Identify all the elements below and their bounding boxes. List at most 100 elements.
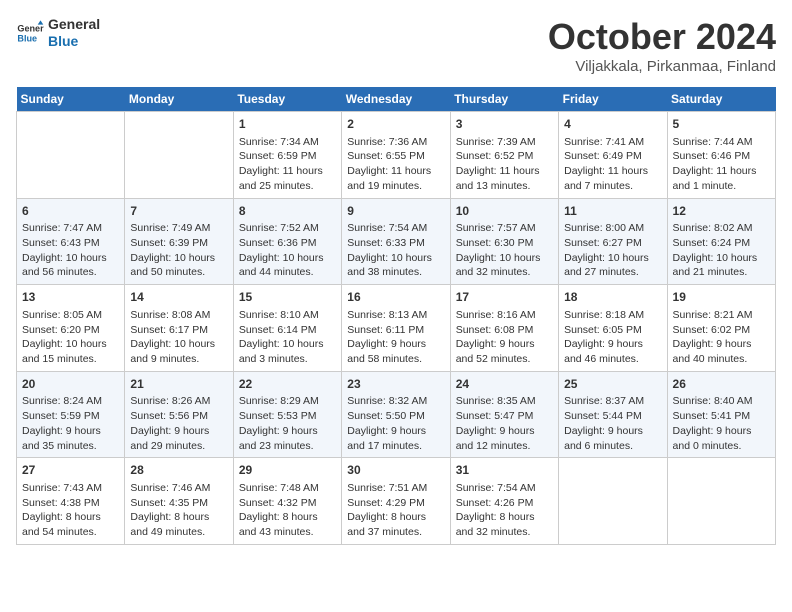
calendar-cell: 6Sunrise: 7:47 AM Sunset: 6:43 PM Daylig… xyxy=(17,198,125,285)
calendar-cell: 5Sunrise: 7:44 AM Sunset: 6:46 PM Daylig… xyxy=(667,112,775,199)
day-number: 13 xyxy=(22,289,119,306)
cell-content: Sunrise: 8:40 AM Sunset: 5:41 PM Dayligh… xyxy=(673,394,770,453)
calendar-cell: 8Sunrise: 7:52 AM Sunset: 6:36 PM Daylig… xyxy=(233,198,341,285)
calendar-cell: 13 Sunrise: 8:05 AM Sunset: 6:20 PM Dayli… xyxy=(17,285,125,372)
day-number: 1 xyxy=(239,116,336,133)
calendar-cell: 20Sunrise: 8:24 AM Sunset: 5:59 PM Dayli… xyxy=(17,371,125,458)
cell-content: Sunrise: 8:37 AM Sunset: 5:44 PM Dayligh… xyxy=(564,394,661,453)
logo-blue: Blue xyxy=(48,33,100,50)
day-number: 10 xyxy=(456,203,553,220)
calendar-cell: 14 Sunrise: 8:08 AM Sunset: 6:17 PM Dayli… xyxy=(125,285,233,372)
day-number: 21 xyxy=(130,376,227,393)
calendar-week-3: 13 Sunrise: 8:05 AM Sunset: 6:20 PM Dayli… xyxy=(17,285,776,372)
day-number: 24 xyxy=(456,376,553,393)
calendar-cell: 23Sunrise: 8:32 AM Sunset: 5:50 PM Dayli… xyxy=(342,371,450,458)
cell-content: Sunrise: 8:10 AM Sunset: 6:14 PM Dayligh… xyxy=(239,308,336,367)
cell-content: Sunrise: 7:48 AM Sunset: 4:32 PM Dayligh… xyxy=(239,481,336,540)
cell-content: Sunrise: 8:29 AM Sunset: 5:53 PM Dayligh… xyxy=(239,394,336,453)
day-number: 20 xyxy=(22,376,119,393)
calendar-cell: 18 Sunrise: 8:18 AM Sunset: 6:05 PM Dayli… xyxy=(559,285,667,372)
calendar-cell: 19 Sunrise: 8:21 AM Sunset: 6:02 PM Dayli… xyxy=(667,285,775,372)
day-number: 28 xyxy=(130,462,227,479)
calendar-cell: 15 Sunrise: 8:10 AM Sunset: 6:14 PM Dayli… xyxy=(233,285,341,372)
day-number: 6 xyxy=(22,203,119,220)
cell-content: Sunrise: 8:18 AM Sunset: 6:05 PM Dayligh… xyxy=(564,308,661,367)
cell-content: Sunrise: 8:21 AM Sunset: 6:02 PM Dayligh… xyxy=(673,308,770,367)
cell-content: Sunrise: 8:16 AM Sunset: 6:08 PM Dayligh… xyxy=(456,308,553,367)
day-number: 18 xyxy=(564,289,661,306)
day-number: 23 xyxy=(347,376,444,393)
calendar-week-1: 1 Sunrise: 7:34 AM Sunset: 6:59 PM Daylig… xyxy=(17,112,776,199)
cell-content: Sunrise: 7:39 AM Sunset: 6:52 PM Dayligh… xyxy=(456,135,553,194)
calendar-cell: 3 Sunrise: 7:39 AM Sunset: 6:52 PM Daylig… xyxy=(450,112,558,199)
day-number: 12 xyxy=(673,203,770,220)
cell-content: Sunrise: 8:32 AM Sunset: 5:50 PM Dayligh… xyxy=(347,394,444,453)
header-wednesday: Wednesday xyxy=(342,87,450,112)
cell-content: Sunrise: 7:54 AM Sunset: 6:33 PM Dayligh… xyxy=(347,221,444,280)
calendar-cell: 31Sunrise: 7:54 AM Sunset: 4:26 PM Dayli… xyxy=(450,458,558,545)
calendar-week-4: 20Sunrise: 8:24 AM Sunset: 5:59 PM Dayli… xyxy=(17,371,776,458)
header-saturday: Saturday xyxy=(667,87,775,112)
day-number: 11 xyxy=(564,203,661,220)
calendar-cell: 25Sunrise: 8:37 AM Sunset: 5:44 PM Dayli… xyxy=(559,371,667,458)
calendar-cell: 10Sunrise: 7:57 AM Sunset: 6:30 PM Dayli… xyxy=(450,198,558,285)
calendar-cell: 7Sunrise: 7:49 AM Sunset: 6:39 PM Daylig… xyxy=(125,198,233,285)
cell-content: Sunrise: 7:52 AM Sunset: 6:36 PM Dayligh… xyxy=(239,221,336,280)
day-number: 3 xyxy=(456,116,553,133)
header-thursday: Thursday xyxy=(450,87,558,112)
cell-content: Sunrise: 8:05 AM Sunset: 6:20 PM Dayligh… xyxy=(22,308,119,367)
calendar-cell: 11Sunrise: 8:00 AM Sunset: 6:27 PM Dayli… xyxy=(559,198,667,285)
calendar-cell: 1 Sunrise: 7:34 AM Sunset: 6:59 PM Daylig… xyxy=(233,112,341,199)
month-title: October 2024 xyxy=(548,16,776,58)
day-number: 7 xyxy=(130,203,227,220)
cell-content: Sunrise: 7:34 AM Sunset: 6:59 PM Dayligh… xyxy=(239,135,336,194)
calendar-cell: 12Sunrise: 8:02 AM Sunset: 6:24 PM Dayli… xyxy=(667,198,775,285)
calendar-cell: 17Sunrise: 8:16 AM Sunset: 6:08 PM Dayli… xyxy=(450,285,558,372)
cell-content: Sunrise: 7:44 AM Sunset: 6:46 PM Dayligh… xyxy=(673,135,770,194)
header-sunday: Sunday xyxy=(17,87,125,112)
logo-general: General xyxy=(48,16,100,33)
calendar-header-row: SundayMondayTuesdayWednesdayThursdayFrid… xyxy=(17,87,776,112)
day-number: 15 xyxy=(239,289,336,306)
calendar-cell: 22Sunrise: 8:29 AM Sunset: 5:53 PM Dayli… xyxy=(233,371,341,458)
day-number: 26 xyxy=(673,376,770,393)
cell-content: Sunrise: 7:54 AM Sunset: 4:26 PM Dayligh… xyxy=(456,481,553,540)
calendar-cell: 28 Sunrise: 7:46 AM Sunset: 4:35 PM Dayli… xyxy=(125,458,233,545)
cell-content: Sunrise: 8:08 AM Sunset: 6:17 PM Dayligh… xyxy=(130,308,227,367)
day-number: 29 xyxy=(239,462,336,479)
cell-content: Sunrise: 7:47 AM Sunset: 6:43 PM Dayligh… xyxy=(22,221,119,280)
calendar-week-5: 27Sunrise: 7:43 AM Sunset: 4:38 PM Dayli… xyxy=(17,458,776,545)
cell-content: Sunrise: 7:51 AM Sunset: 4:29 PM Dayligh… xyxy=(347,481,444,540)
cell-content: Sunrise: 7:49 AM Sunset: 6:39 PM Dayligh… xyxy=(130,221,227,280)
cell-content: Sunrise: 7:41 AM Sunset: 6:49 PM Dayligh… xyxy=(564,135,661,194)
calendar-cell: 21Sunrise: 8:26 AM Sunset: 5:56 PM Dayli… xyxy=(125,371,233,458)
day-number: 4 xyxy=(564,116,661,133)
calendar-cell: 30 Sunrise: 7:51 AM Sunset: 4:29 PM Dayli… xyxy=(342,458,450,545)
day-number: 9 xyxy=(347,203,444,220)
header-tuesday: Tuesday xyxy=(233,87,341,112)
cell-content: Sunrise: 8:02 AM Sunset: 6:24 PM Dayligh… xyxy=(673,221,770,280)
svg-text:General: General xyxy=(17,23,44,33)
cell-content: Sunrise: 7:36 AM Sunset: 6:55 PM Dayligh… xyxy=(347,135,444,194)
cell-content: Sunrise: 7:46 AM Sunset: 4:35 PM Dayligh… xyxy=(130,481,227,540)
logo: General Blue General Blue xyxy=(16,16,100,50)
cell-content: Sunrise: 8:00 AM Sunset: 6:27 PM Dayligh… xyxy=(564,221,661,280)
calendar-cell xyxy=(667,458,775,545)
cell-content: Sunrise: 7:57 AM Sunset: 6:30 PM Dayligh… xyxy=(456,221,553,280)
calendar-cell xyxy=(17,112,125,199)
day-number: 14 xyxy=(130,289,227,306)
day-number: 30 xyxy=(347,462,444,479)
day-number: 22 xyxy=(239,376,336,393)
header-friday: Friday xyxy=(559,87,667,112)
calendar-cell xyxy=(559,458,667,545)
calendar-week-2: 6Sunrise: 7:47 AM Sunset: 6:43 PM Daylig… xyxy=(17,198,776,285)
cell-content: Sunrise: 8:26 AM Sunset: 5:56 PM Dayligh… xyxy=(130,394,227,453)
calendar-cell: 9Sunrise: 7:54 AM Sunset: 6:33 PM Daylig… xyxy=(342,198,450,285)
cell-content: Sunrise: 8:24 AM Sunset: 5:59 PM Dayligh… xyxy=(22,394,119,453)
calendar-cell: 26Sunrise: 8:40 AM Sunset: 5:41 PM Dayli… xyxy=(667,371,775,458)
day-number: 19 xyxy=(673,289,770,306)
header-monday: Monday xyxy=(125,87,233,112)
day-number: 16 xyxy=(347,289,444,306)
calendar-cell: 27Sunrise: 7:43 AM Sunset: 4:38 PM Dayli… xyxy=(17,458,125,545)
cell-content: Sunrise: 8:35 AM Sunset: 5:47 PM Dayligh… xyxy=(456,394,553,453)
